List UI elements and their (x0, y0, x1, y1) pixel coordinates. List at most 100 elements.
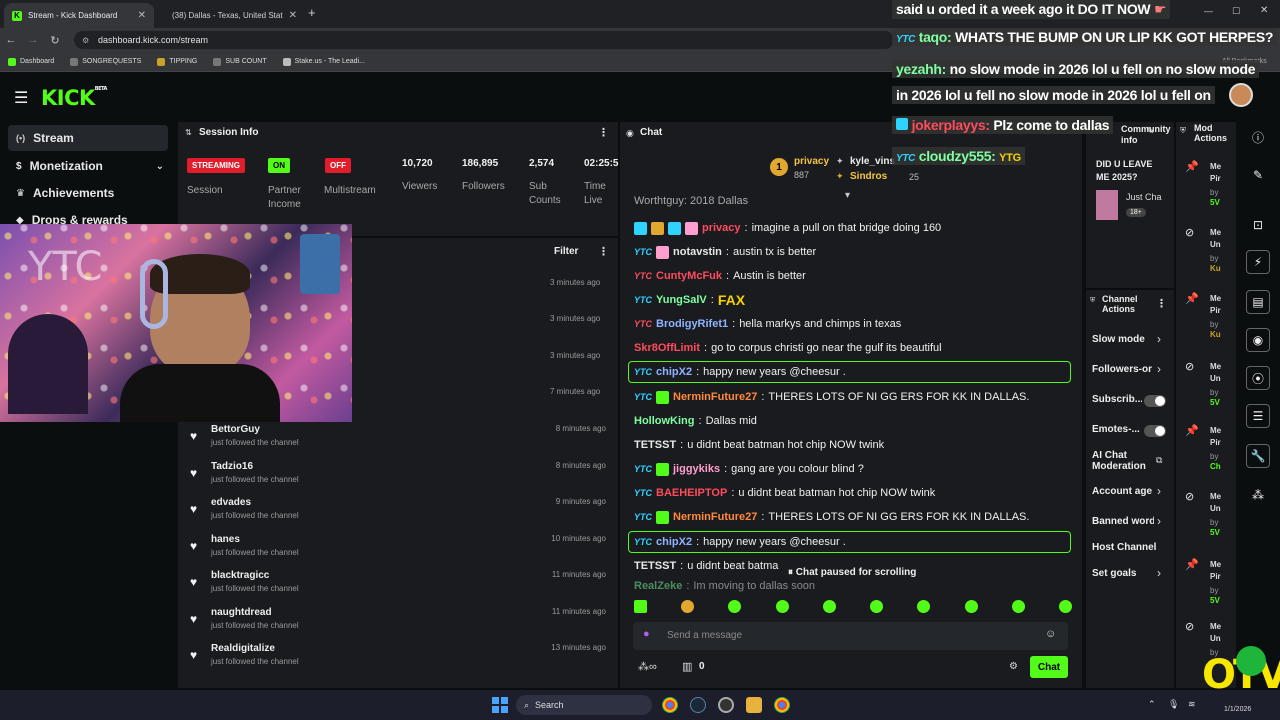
chrome-taskbar-icon[interactable] (662, 697, 678, 713)
chat-username[interactable]: TETSST (634, 439, 676, 451)
chevron-down-icon[interactable]: ⌄ (156, 161, 164, 172)
wrench-rail-icon[interactable]: 🔧 (1246, 444, 1270, 468)
chrome-taskbar-icon[interactable] (774, 697, 790, 713)
taskbar-date[interactable]: 1/1/2026 (1224, 706, 1251, 713)
follower-name[interactable]: Tadzio16 (211, 461, 253, 472)
sidebar-item-achievements[interactable]: ♛ Achievements (8, 180, 168, 206)
mic-tray-icon[interactable]: 🎙 (1168, 699, 1179, 710)
bookmark-dashboard[interactable]: Dashboard (8, 57, 54, 66)
taskbar-search-box[interactable]: ⌕ Search (516, 695, 652, 715)
broadcast-rail-icon[interactable]: ⦿ (1246, 366, 1270, 390)
followers-only-item[interactable]: Followers-or (1092, 364, 1154, 375)
chevron-right-icon[interactable]: › (1157, 362, 1161, 376)
chat-username[interactable]: chipX2 (656, 536, 692, 548)
mod-entry-user[interactable]: Ch (1210, 462, 1221, 472)
kebab-menu-icon[interactable]: ⋮ (1156, 297, 1167, 310)
emote-icon[interactable] (1058, 600, 1072, 613)
follower-name[interactable]: edvades (211, 497, 251, 508)
emoji-picker-icon[interactable]: ☺ (1045, 628, 1056, 640)
tab-youtube-dallas[interactable]: (38) Dallas - Texas, United Stat ✕ (158, 3, 304, 28)
chat-username[interactable]: jiggykiks (673, 463, 720, 475)
bookmark-stake[interactable]: Stake.us - The Leadi... (282, 57, 365, 66)
emote-icon[interactable] (917, 600, 931, 613)
emote-icon[interactable] (681, 600, 695, 613)
bookmark-songrequests[interactable]: SONGREQUESTS (70, 57, 141, 66)
chat-rail-icon[interactable]: ◉ (1246, 328, 1270, 352)
community-icon[interactable]: ⁂∞ (638, 660, 657, 673)
tab-kick-dashboard[interactable]: K Stream - Kick Dashboard ✕ (4, 3, 154, 28)
forward-icon[interactable]: → (22, 34, 44, 46)
chat-username[interactable]: Skr8OffLimit (634, 342, 700, 354)
emote-icon[interactable] (1011, 600, 1025, 613)
chevron-right-icon[interactable]: › (1157, 566, 1161, 580)
edit-rail-icon[interactable]: ✎ (1242, 160, 1274, 190)
screenshot-rail-icon[interactable]: ⊡ (1242, 210, 1274, 240)
tray-chevron-icon[interactable]: ⌃ (1148, 699, 1156, 710)
document-rail-icon[interactable]: ▤ (1246, 290, 1270, 314)
chat-username[interactable]: HollowKing (634, 415, 695, 427)
mod-entry-user[interactable]: Ku (1210, 264, 1221, 274)
emote-icon[interactable] (775, 600, 789, 613)
chat-paused-banner[interactable]: ⏸ Chat paused for scrolling (780, 564, 925, 581)
ai-chat-moderation-item[interactable]: AI Chat Moderation (1092, 450, 1148, 472)
file-explorer-icon[interactable] (746, 697, 762, 713)
bookmark-sub-count[interactable]: SUB COUNT (213, 57, 267, 66)
windows-start-icon[interactable] (492, 697, 508, 713)
wifi-icon[interactable]: ≋ (1188, 699, 1196, 710)
follower-name[interactable]: naughtdread (211, 607, 272, 618)
account-age-item[interactable]: Account age (1092, 486, 1154, 497)
banned-words-item[interactable]: Banned word (1092, 516, 1154, 527)
new-tab-icon[interactable]: + (308, 5, 316, 20)
list-rail-icon[interactable]: ☰ (1246, 404, 1270, 428)
close-tab-icon[interactable]: ✕ (289, 10, 297, 21)
maximize-icon[interactable]: ☐ (1232, 6, 1240, 17)
bookmark-tipping[interactable]: TIPPING (157, 57, 197, 66)
obs-taskbar-icon[interactable] (718, 697, 734, 713)
site-info-icon[interactable]: ⚙ (82, 36, 89, 45)
kick-logo[interactable]: KICKBETA (41, 86, 107, 110)
emotes-only-toggle[interactable] (1144, 425, 1166, 437)
info-rail-icon[interactable]: ⓘ (1242, 122, 1274, 152)
host-channel-item[interactable]: Host Channel (1092, 542, 1172, 553)
hamburger-menu-icon[interactable]: ☰ (14, 88, 28, 108)
sidebar-item-monetization[interactable]: $ Monetization ⌄ (8, 153, 168, 179)
chat-username[interactable]: chipX2 (656, 366, 692, 378)
settings-gear-icon[interactable]: ⚙ (1009, 661, 1018, 672)
mod-entry-user[interactable]: 5V (1210, 528, 1220, 538)
flash-rail-icon[interactable]: ⚡ (1246, 250, 1270, 274)
follower-name[interactable]: hanes (211, 534, 240, 545)
close-tab-icon[interactable]: ✕ (138, 10, 146, 21)
leaderboard-name[interactable]: Sindros (850, 171, 887, 182)
follower-name[interactable]: Realdigitalize (211, 643, 275, 654)
emote-icon[interactable] (870, 600, 884, 613)
emote-icon[interactable] (964, 600, 978, 613)
chat-username[interactable]: BAEHEIPTOP (656, 487, 727, 499)
mod-entry-user[interactable]: 5V (1210, 398, 1220, 408)
subscribers-only-item[interactable]: Subscrib... (1092, 394, 1142, 405)
subscribers-only-toggle[interactable] (1144, 395, 1166, 407)
reload-icon[interactable]: ↻ (44, 34, 66, 47)
mod-entry-user[interactable]: Ku (1210, 330, 1221, 340)
community-rail-icon[interactable]: ⁂ (1242, 480, 1274, 510)
chat-username[interactable]: notavstin (673, 246, 722, 258)
emote-icon[interactable] (634, 600, 647, 613)
chevron-right-icon[interactable]: › (1157, 484, 1161, 498)
back-icon[interactable]: ← (0, 34, 22, 46)
leaderboard-name[interactable]: privacy (794, 156, 829, 167)
steam-taskbar-icon[interactable] (690, 697, 706, 713)
chat-username[interactable]: TETSST (634, 560, 676, 572)
leaderboard-name[interactable]: kyle_vins (850, 156, 896, 167)
chat-username[interactable]: BrodigyRifet1 (656, 318, 728, 330)
kebab-menu-icon[interactable]: ⋮ (598, 126, 609, 139)
mod-entry-user[interactable]: 5V (1210, 596, 1220, 606)
follower-name[interactable]: BettorGuy (211, 424, 260, 435)
emotes-only-item[interactable]: Emotes-... (1092, 424, 1142, 435)
mic-icon[interactable]: ● (643, 628, 650, 640)
filter-button[interactable]: Filter (554, 246, 578, 257)
message-input[interactable]: ● Send a message ☺ (633, 622, 1068, 650)
close-window-icon[interactable]: ✕ (1260, 5, 1268, 16)
external-link-icon[interactable]: ⧉ (1156, 455, 1162, 466)
minimize-icon[interactable]: — (1204, 6, 1213, 16)
chevron-right-icon[interactable]: › (1157, 332, 1161, 346)
community-thumbnail[interactable] (1096, 190, 1118, 220)
